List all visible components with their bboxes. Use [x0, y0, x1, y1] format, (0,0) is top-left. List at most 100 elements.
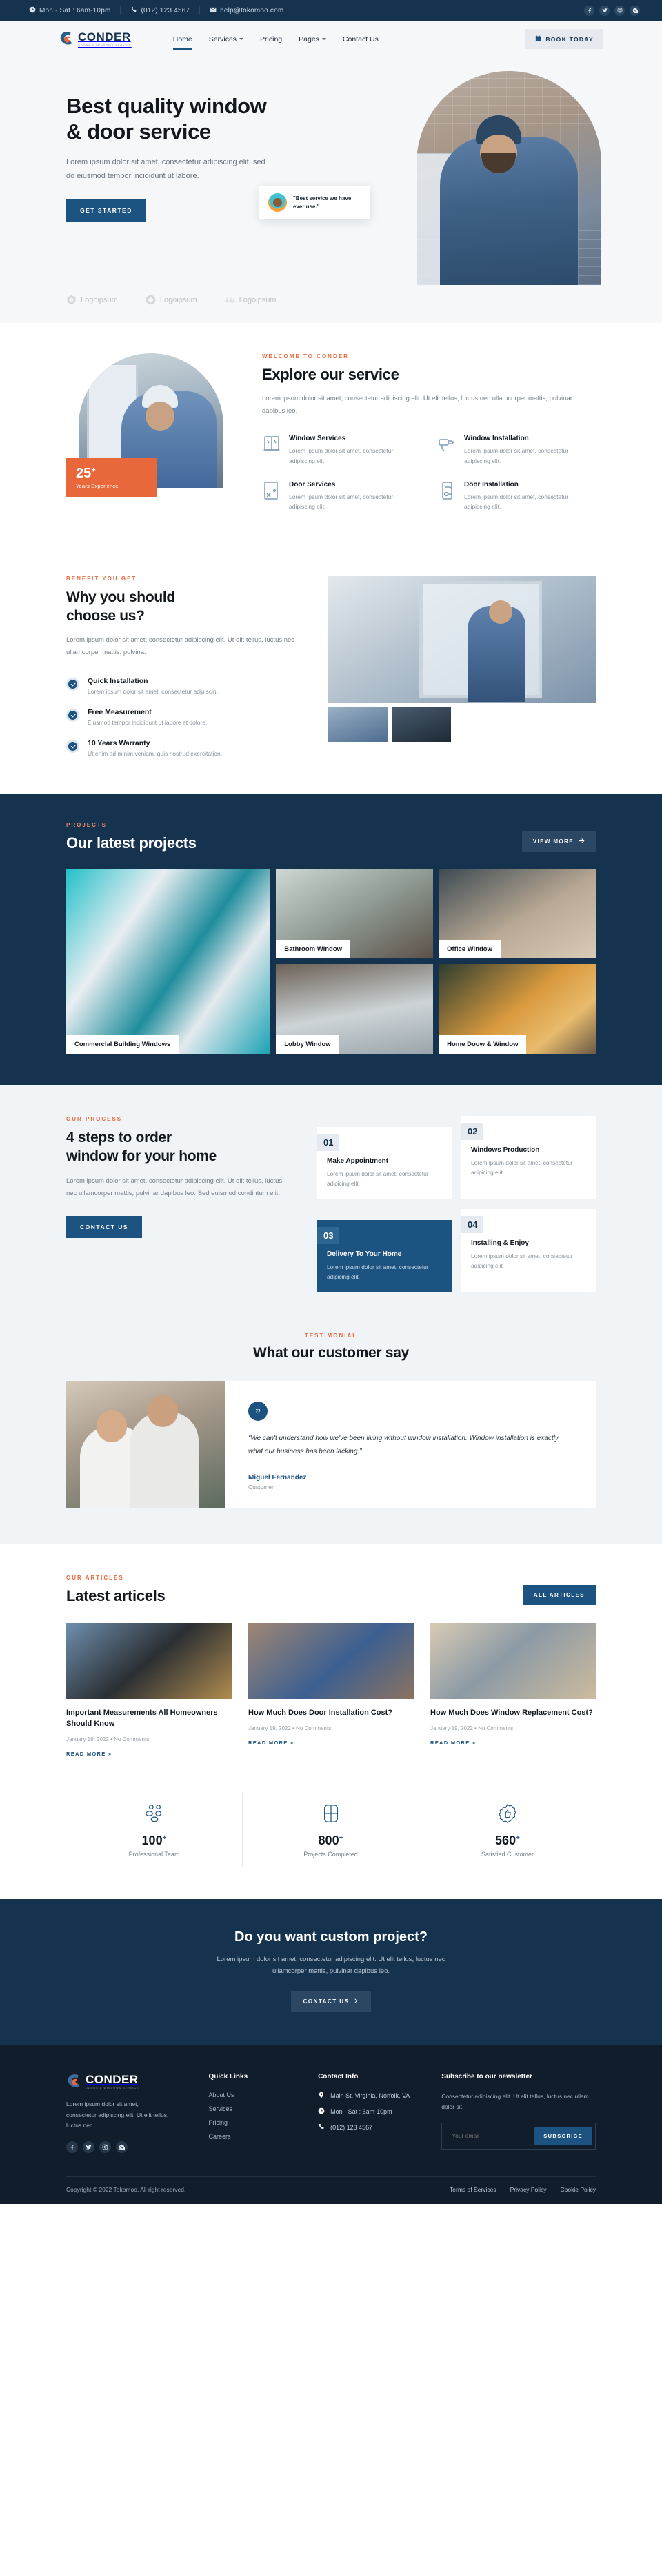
hero-section: Best quality window & door service Lorem… — [0, 57, 662, 285]
why-head-shape — [488, 600, 512, 624]
instagram-icon[interactable] — [614, 5, 625, 16]
nav-item-pricing[interactable]: Pricing — [260, 35, 282, 43]
subscribe-button[interactable]: SUBSCRIBE — [534, 2126, 592, 2145]
view-more-button[interactable]: VIEW MORE — [521, 830, 596, 852]
stat-value: 560+ — [495, 1833, 520, 1847]
team-icon — [144, 1805, 165, 1827]
service-title: Door Services — [289, 481, 336, 489]
read-more-link[interactable]: READ MORE » — [430, 1740, 476, 1746]
avatar — [268, 193, 287, 212]
service-desc: Lorem ipsum dolor sit amet, consectetur … — [289, 447, 394, 464]
footer-link-services[interactable]: Services — [208, 2105, 303, 2112]
why-gallery — [328, 575, 596, 742]
benefit-item: Quick Installation Lorem ipsum dolor sit … — [66, 677, 301, 695]
process-steps: 01 Make Appointment Lorem ipsum dolor si… — [317, 1115, 596, 1292]
book-today-button[interactable]: BOOK TODAY — [525, 29, 603, 49]
article-card[interactable]: How Much Does Door Installation Cost? Ja… — [248, 1622, 414, 1759]
contact-address: Main St. Virginia, Norfolk, VA — [318, 2092, 426, 2100]
service-card[interactable]: Window Services Lorem ipsum dolor sit ame… — [262, 435, 421, 466]
twitter-icon[interactable] — [83, 2141, 94, 2154]
cookie-policy-link[interactable]: Cookie Policy — [561, 2186, 596, 2193]
stat-value: 800+ — [318, 1833, 343, 1847]
service-card[interactable]: Door Installation Lorem ipsum dolor sit a… — [437, 481, 596, 512]
article-card[interactable]: Important Measurements All Homeowners Sh… — [66, 1622, 232, 1759]
contact-phone[interactable]: (012) 123 4567 — [318, 2123, 426, 2132]
footer-logo[interactable]: CONDER DOORS & WINDOWS SERVICE — [66, 2073, 193, 2090]
nav-item-services[interactable]: Services — [209, 35, 244, 43]
whatsapp-icon[interactable] — [630, 5, 640, 16]
hero-title-line2: & door service — [66, 119, 211, 144]
project-tile[interactable]: Office Window — [439, 868, 596, 958]
email-input[interactable] — [445, 2132, 535, 2140]
experience-label: Years Experience — [76, 483, 119, 489]
quick-links-list: About Us Services Pricing Careers — [208, 2092, 303, 2140]
service-card[interactable]: Door Services Lorem ipsum dolor sit amet,… — [262, 481, 421, 512]
step-number: 03 — [317, 1226, 340, 1244]
service-card[interactable]: Window Installation Lorem ipsum dolor sit… — [437, 435, 596, 466]
explore-description: Lorem ipsum dolor sit amet, consectetur … — [262, 395, 572, 415]
article-meta: January 19, 2022 • No Comments — [66, 1736, 150, 1742]
hero-testimonial-chip: "Best service we have ever use." — [259, 186, 370, 219]
chevrons-logo-icon — [225, 295, 235, 305]
footer-about-text: Lorem ipsum dolor sit amet, consectetur … — [66, 2101, 169, 2130]
terms-of-services-link[interactable]: Terms of Services — [450, 2186, 496, 2193]
window-grid-icon — [321, 1805, 341, 1827]
why-thumbnail-1 — [328, 707, 388, 742]
process-step-card: 04 Installing & Enjoy Lorem ipsum dolor … — [461, 1208, 596, 1292]
step-desc: Lorem ipsum dolor sit amet, consectetur … — [471, 1252, 573, 1269]
privacy-policy-link[interactable]: Privacy Policy — [510, 2186, 547, 2193]
logo[interactable]: CONDER DOORS & WINDOWS SERVICE — [59, 30, 132, 48]
nav-item-pages[interactable]: Pages — [299, 35, 326, 43]
nav-label: Home — [172, 35, 192, 43]
footer-link-pricing[interactable]: Pricing — [208, 2119, 303, 2126]
footer-link-careers[interactable]: Careers — [208, 2133, 303, 2140]
hero-chip-quote: "Best service we have ever use." — [293, 195, 352, 210]
benefit-desc: Lorem ipsum dolor sit amet, consectetur … — [88, 687, 218, 695]
facebook-icon[interactable] — [66, 2141, 78, 2154]
testimonial-body: ” “We can't understand how we've been li… — [225, 1381, 596, 1508]
stat-item: 100+ Professional Team — [66, 1793, 243, 1867]
phone-text: (012) 123 4567 — [141, 6, 190, 14]
articles-title: Latest articels — [66, 1586, 166, 1604]
get-started-button[interactable]: GET STARTED — [66, 199, 146, 222]
benefit-list: Quick Installation Lorem ipsum dolor sit … — [66, 677, 301, 757]
hero-description: Lorem ipsum dolor sit amet, consectetur … — [66, 158, 265, 180]
site-footer: CONDER DOORS & WINDOWS SERVICE Lorem ips… — [0, 2045, 662, 2205]
instagram-icon[interactable] — [99, 2141, 111, 2154]
cta-contact-button[interactable]: CONTACT US — [290, 1991, 372, 2013]
why-content: BENEFIT YOU GET Why you should choose us?… — [66, 576, 301, 757]
read-more-link[interactable]: READ MORE » — [248, 1740, 294, 1746]
testimonial-quote: “We can't understand how we've been livi… — [248, 1434, 559, 1456]
clock-icon — [318, 2107, 325, 2116]
project-tile[interactable]: Home Doow & Window — [439, 963, 596, 1054]
benefit-desc: Eiusmod tempor incididunt ut labore et d… — [88, 718, 208, 726]
nav-label: Pricing — [260, 35, 283, 43]
why-thumbnail-2 — [392, 707, 451, 742]
article-title: How Much Does Door Installation Cost? — [248, 1708, 393, 1717]
articles-eyebrow: OUR ARTICLES — [66, 1574, 124, 1581]
article-card[interactable]: How Much Does Window Replacement Cost? J… — [430, 1622, 596, 1759]
footer-link-about-us[interactable]: About Us — [208, 2092, 303, 2098]
all-articles-button[interactable]: ALL ARTICLES — [522, 1584, 596, 1605]
twitter-icon[interactable] — [599, 5, 610, 16]
project-tile[interactable]: Bathroom Window — [276, 868, 434, 958]
phone-item[interactable]: (012) 123 4567 — [121, 6, 201, 15]
step-desc: Lorem ipsum dolor sit amet, consectetur … — [471, 1159, 573, 1176]
contact-info-title: Contact Info — [318, 2073, 359, 2081]
nav-item-home[interactable]: Home — [172, 35, 192, 50]
phone-icon — [318, 2123, 325, 2132]
newsletter-title: Subscribe to our newsletter — [441, 2073, 532, 2081]
chevron-right-icon — [354, 1998, 359, 2005]
project-tile[interactable]: Commercial Building Windows — [66, 868, 271, 1054]
project-tile[interactable]: Lobby Window — [276, 963, 434, 1054]
thumbs-up-badge-icon — [497, 1803, 518, 1827]
book-today-label: BOOK TODAY — [545, 35, 594, 43]
read-more-link[interactable]: READ MORE » — [66, 1751, 112, 1757]
email-item[interactable]: help@tokomoo.com — [200, 6, 293, 15]
nav-item-contact-us[interactable]: Contact Us — [343, 35, 379, 43]
facebook-icon[interactable] — [584, 5, 594, 16]
article-title: Important Measurements All Homeowners Sh… — [66, 1708, 218, 1728]
logo-label: Logoipsum — [81, 295, 118, 304]
whatsapp-icon[interactable] — [116, 2141, 128, 2154]
contact-us-button[interactable]: CONTACT US — [66, 1216, 143, 1239]
